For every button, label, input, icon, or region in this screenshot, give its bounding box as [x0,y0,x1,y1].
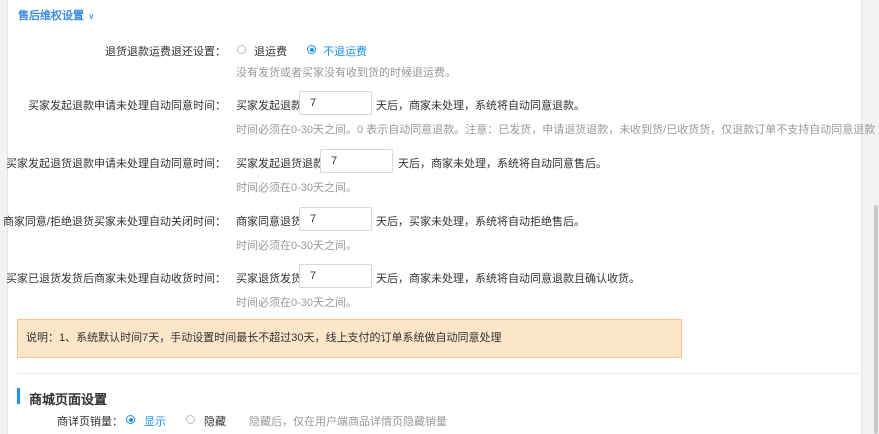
radio-no-refund-shipping-label[interactable]: 不退运费 [323,43,367,59]
section-after-sales-title: 售后维权设置 [18,10,84,22]
row-label: 买家已退货发货后商家未处理自动收货时间： [6,273,226,285]
radio-show-sales-label[interactable]: 显示 [144,413,166,429]
auto-receive-days-input[interactable]: 7 [299,264,372,288]
row-hint: 时间必须在0-30天之间。0 表示自动同意退款。注意：已发货，申请退货退款，未收… [236,124,876,136]
row-label: 买家发起退款申请未处理自动同意时间： [28,100,226,112]
auto-agree-refund-days-input[interactable]: 7 [299,91,372,115]
section-mall-title: 商城页面设置 [29,392,108,407]
radio-hide-sales[interactable] [186,415,195,424]
row-hint: 时间必须在0-30天之间。 [236,182,358,194]
notice-box: 说明：1、系统默认时间7天，手动设置时间最长不超过30天，线上支付的订单系统做自… [17,319,682,358]
radio-hide-sales-label[interactable]: 隐藏 [204,413,226,429]
divider [17,373,860,374]
row-suffix: 天后，商家未处理，系统将自动同意退款且确认收货。 [376,273,640,285]
row-prefix: 买家发起退款 [236,100,302,112]
row-label: 商家同意/拒绝退货买家未处理自动关闭时间： [2,216,226,228]
sales-visibility-label: 商详页销量： [57,416,123,428]
row-prefix: 商家同意退货 [236,216,302,228]
row-prefix: 买家发起退货退款 [236,158,324,170]
section-accent-bar [17,388,20,404]
return-shipping-label: 退货退款运费退还设置： [105,46,226,58]
auto-agree-return-days-input[interactable]: 7 [320,149,393,173]
sales-visibility-hint: 隐藏后，仅在用户端商品详情页隐藏销量 [249,416,447,428]
row-hint: 时间必须在0-30天之间。 [236,297,358,309]
section-after-sales-toggle[interactable]: 售后维权设置 ∨ [18,7,95,23]
row-label: 买家发起退货退款申请未处理自动同意时间： [6,158,226,170]
scrollbar-thumb[interactable] [874,205,878,434]
radio-refund-shipping-label[interactable]: 退运费 [254,43,287,59]
row-suffix: 天后，商家未处理，系统将自动同意售后。 [398,158,607,170]
row-hint: 时间必须在0-30天之间。 [236,240,358,252]
radio-show-sales[interactable] [126,415,135,424]
chevron-down-icon: ∨ [88,11,95,21]
row-prefix: 买家退货发货 [236,273,302,285]
return-shipping-hint: 没有发货或者买家没有收到货的时候退运费。 [236,67,456,79]
auto-close-return-days-input[interactable]: 7 [299,207,372,231]
row-suffix: 天后，买家未处理，系统将自动拒绝售后。 [376,216,585,228]
radio-no-refund-shipping[interactable] [307,45,316,54]
radio-refund-shipping[interactable] [237,45,246,54]
row-suffix: 天后，商家未处理，系统将自动同意退款。 [376,100,585,112]
